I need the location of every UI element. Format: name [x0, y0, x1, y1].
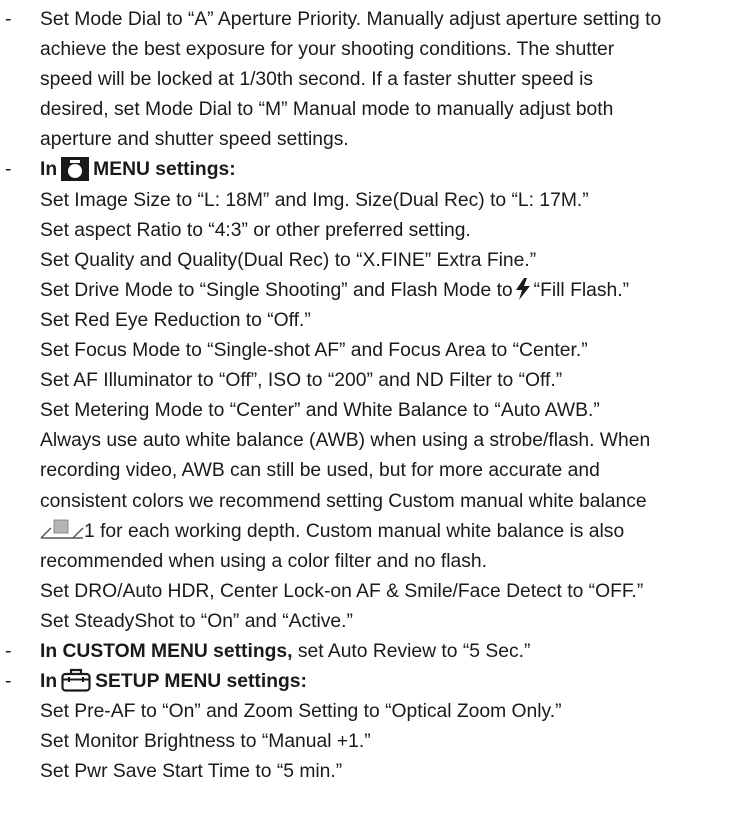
text-line: Set AF Illuminator to “Off”, ISO to “200… — [40, 370, 563, 392]
text-line: Set Red Eye Reduction to “Off.” — [40, 309, 311, 331]
text-line: Set aspect Ratio to “4:3” or other prefe… — [40, 219, 471, 241]
list-dash: - — [5, 9, 12, 30]
list-dash: - — [5, 159, 12, 181]
text-line: In CUSTOM MENU settings, set Auto Review… — [40, 640, 531, 662]
list-item: - In SETUP MENU settings: — [0, 667, 730, 697]
text-line: Set Quality and Quality(Dual Rec) to “X.… — [40, 249, 537, 271]
list-dash: - — [5, 640, 12, 662]
text-line: Set SteadyShot to “On” and “Active.” — [40, 610, 353, 632]
section-heading: In MENU settings: — [40, 155, 236, 185]
text-line: Set Mode Dial to “A” Aperture Priority. … — [40, 9, 662, 30]
section-heading: In SETUP MENU settings: — [40, 667, 307, 697]
settings-document: - Set Mode Dial to “A” Aperture Priority… — [0, 5, 730, 787]
text-line: Set Monitor Brightness to “Manual +1.” — [40, 731, 371, 753]
text-line: desired, set Mode Dial to “M” Manual mod… — [40, 99, 614, 121]
text-line: Set DRO/Auto HDR, Center Lock-on AF & Sm… — [40, 580, 644, 602]
text-line: recommended when using a color filter an… — [40, 550, 487, 572]
text-line: recording video, AWB can still be used, … — [40, 460, 600, 482]
list-item: - In MENU settings: — [0, 155, 730, 185]
text-line: Set Pwr Save Start Time to “5 min.” — [40, 761, 343, 783]
list-item: - In CUSTOM MENU settings, set Auto Revi… — [0, 637, 730, 667]
text-line: Set Drive Mode to “Single Shooting” and … — [40, 278, 629, 301]
text-line: achieve the best exposure for your shoot… — [40, 39, 615, 61]
text-line: aperture and shutter speed settings. — [40, 129, 349, 151]
toolbox-icon — [61, 668, 91, 692]
text-line: Set Pre-AF to “On” and Zoom Setting to “… — [40, 701, 562, 723]
list-item: - Set Mode Dial to “A” Aperture Priority… — [0, 5, 730, 35]
text-line: consistent colors we recommend setting C… — [40, 490, 647, 512]
text-line: speed will be locked at 1/30th second. I… — [40, 69, 594, 91]
text-line: Set Image Size to “L: 18M” and Img. Size… — [40, 189, 589, 211]
flash-icon — [515, 278, 531, 301]
text-line: Always use auto white balance (AWB) when… — [40, 430, 651, 452]
custom-white-balance-icon — [40, 519, 84, 539]
text-line: Set Focus Mode to “Single-shot AF” and F… — [40, 340, 588, 362]
camera-icon — [61, 156, 90, 181]
text-line: Set Metering Mode to “Center” and White … — [40, 400, 600, 422]
text-line: 1 for each working depth. Custom manual … — [40, 517, 624, 547]
list-dash: - — [5, 671, 12, 693]
